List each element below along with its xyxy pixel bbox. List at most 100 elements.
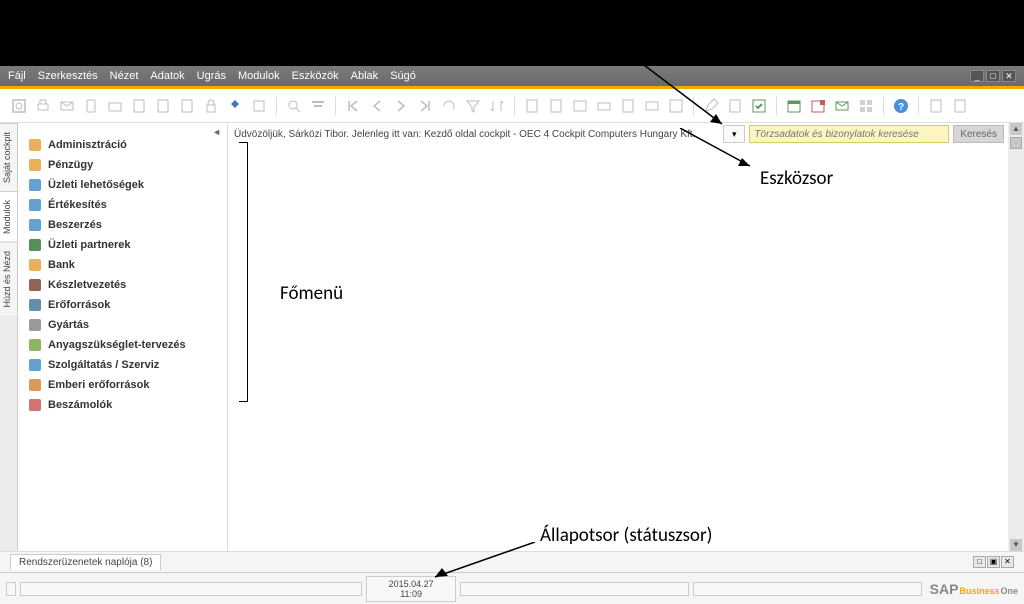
system-log-tab[interactable]: Rendszerüzenetek naplója (8)	[10, 554, 161, 570]
target-doc-icon[interactable]	[547, 97, 565, 115]
search-input[interactable]	[749, 125, 949, 143]
module-item[interactable]: Adminisztráció	[18, 135, 227, 155]
vertical-scrollbar[interactable]: ▲ ▼	[1008, 123, 1024, 551]
minimize-button[interactable]: _	[970, 70, 984, 82]
add-icon[interactable]	[250, 97, 268, 115]
maximize-button[interactable]: □	[986, 70, 1000, 82]
module-item[interactable]: Értékesítés	[18, 195, 227, 215]
status-seg-1	[6, 582, 16, 596]
app-window: Fájl Szerkesztés Nézet Adatok Ugrás Modu…	[0, 66, 1024, 604]
approve-icon[interactable]	[750, 97, 768, 115]
module-label: Üzleti partnerek	[48, 239, 131, 251]
refresh-icon[interactable]	[440, 97, 458, 115]
find-record-icon[interactable]	[285, 97, 303, 115]
search-button[interactable]: Keresés	[953, 125, 1004, 143]
filter-icon[interactable]	[309, 97, 327, 115]
module-label: Bank	[48, 259, 75, 271]
first-record-icon[interactable]	[344, 97, 362, 115]
syslog-close-icon[interactable]: ✕	[1001, 556, 1014, 568]
toolbar: ?	[0, 89, 1024, 123]
module-item[interactable]: Gyártás	[18, 315, 227, 335]
syslog-max-icon[interactable]: ▣	[987, 556, 1000, 568]
menu-help[interactable]: Súgó	[390, 70, 416, 82]
edit-icon[interactable]	[702, 97, 720, 115]
module-item[interactable]: Szolgáltatás / Szerviz	[18, 355, 227, 375]
scroll-thumb[interactable]	[1010, 137, 1022, 149]
export-word-icon[interactable]	[154, 97, 172, 115]
close-button[interactable]: ✕	[1002, 70, 1016, 82]
base-doc-icon[interactable]	[523, 97, 541, 115]
menu-goto[interactable]: Ugrás	[197, 70, 226, 82]
fax-icon[interactable]	[106, 97, 124, 115]
module-icon	[28, 218, 42, 232]
scroll-up-icon[interactable]: ▲	[1010, 123, 1022, 135]
sort-icon[interactable]	[488, 97, 506, 115]
menu-tools[interactable]: Eszközök	[292, 70, 339, 82]
module-item[interactable]: Beszámolók	[18, 395, 227, 415]
print-icon[interactable]	[34, 97, 52, 115]
tab-drag-relate[interactable]: Húzd és Nézd	[0, 242, 17, 316]
funnel-icon[interactable]	[464, 97, 482, 115]
tab-modules[interactable]: Modulok	[0, 191, 17, 242]
prev-record-icon[interactable]	[368, 97, 386, 115]
module-icon	[28, 278, 42, 292]
status-date: 2015.04.27	[367, 579, 455, 589]
side-tabs: Saját cockpit Modulok Húzd és Nézd	[0, 123, 18, 551]
settings-icon[interactable]	[951, 97, 969, 115]
module-item[interactable]: Bank	[18, 255, 227, 275]
status-area: Rendszerüzenetek naplója (8) □ ▣ ✕ 2015.…	[0, 551, 1024, 604]
module-icon	[28, 158, 42, 172]
window-controls: _ □ ✕	[970, 70, 1016, 82]
module-item[interactable]: Erőforrások	[18, 295, 227, 315]
journal-icon[interactable]	[571, 97, 589, 115]
module-item[interactable]: Pénzügy	[18, 155, 227, 175]
messages-icon[interactable]	[833, 97, 851, 115]
module-item[interactable]: Beszerzés	[18, 215, 227, 235]
menu-modules[interactable]: Modulok	[238, 70, 280, 82]
export-pdf-icon[interactable]	[178, 97, 196, 115]
collapse-panel-icon[interactable]: ◄	[212, 127, 221, 137]
last-record-icon[interactable]	[416, 97, 434, 115]
module-list: AdminisztrációPénzügyÜzleti lehetőségekÉ…	[18, 123, 227, 415]
find-icon[interactable]	[226, 97, 244, 115]
menu-window[interactable]: Ablak	[351, 70, 379, 82]
help-icon[interactable]: ?	[892, 97, 910, 115]
preview-icon[interactable]	[10, 97, 28, 115]
calendar-icon[interactable]	[785, 97, 803, 115]
module-label: Anyagszükséglet-tervezés	[48, 339, 186, 351]
volume-icon[interactable]	[643, 97, 661, 115]
module-item[interactable]: Emberi erőforrások	[18, 375, 227, 395]
trans-journal-icon[interactable]	[667, 97, 685, 115]
next-record-icon[interactable]	[392, 97, 410, 115]
menu-data[interactable]: Adatok	[150, 70, 184, 82]
module-item[interactable]: Készletvezetés	[18, 275, 227, 295]
calculator-icon[interactable]	[927, 97, 945, 115]
module-item[interactable]: Üzleti partnerek	[18, 235, 227, 255]
system-log-row: Rendszerüzenetek naplója (8) □ ▣ ✕	[0, 551, 1024, 572]
menu-view[interactable]: Nézet	[110, 70, 139, 82]
module-item[interactable]: Üzleti lehetőségek	[18, 175, 227, 195]
lock-icon[interactable]	[202, 97, 220, 115]
menu-file[interactable]: Fájl	[8, 70, 26, 82]
syslog-restore-icon[interactable]: □	[973, 556, 986, 568]
alert-icon[interactable]	[809, 97, 827, 115]
export-excel-icon[interactable]	[130, 97, 148, 115]
module-icon	[28, 258, 42, 272]
tab-my-cockpit[interactable]: Saját cockpit	[0, 123, 17, 191]
new-doc-icon[interactable]	[726, 97, 744, 115]
status-seg-2	[20, 582, 362, 596]
status-seg-3	[460, 582, 689, 596]
sms-icon[interactable]	[82, 97, 100, 115]
sap-logo: SAP Business One	[930, 581, 1018, 597]
scroll-down-icon[interactable]: ▼	[1010, 539, 1022, 551]
mail-icon[interactable]	[58, 97, 76, 115]
gross-profit-icon[interactable]	[619, 97, 637, 115]
layout-icon[interactable]	[857, 97, 875, 115]
syslog-controls: □ ▣ ✕	[973, 556, 1014, 568]
module-item[interactable]: Anyagszükséglet-tervezés	[18, 335, 227, 355]
menu-edit[interactable]: Szerkesztés	[38, 70, 98, 82]
content-area: Üdvözöljük, Sárközi Tibor. Jelenleg itt …	[228, 123, 1024, 551]
brand-one: One	[1001, 586, 1019, 596]
search-dropdown[interactable]: ▾	[723, 125, 745, 143]
payment-icon[interactable]	[595, 97, 613, 115]
